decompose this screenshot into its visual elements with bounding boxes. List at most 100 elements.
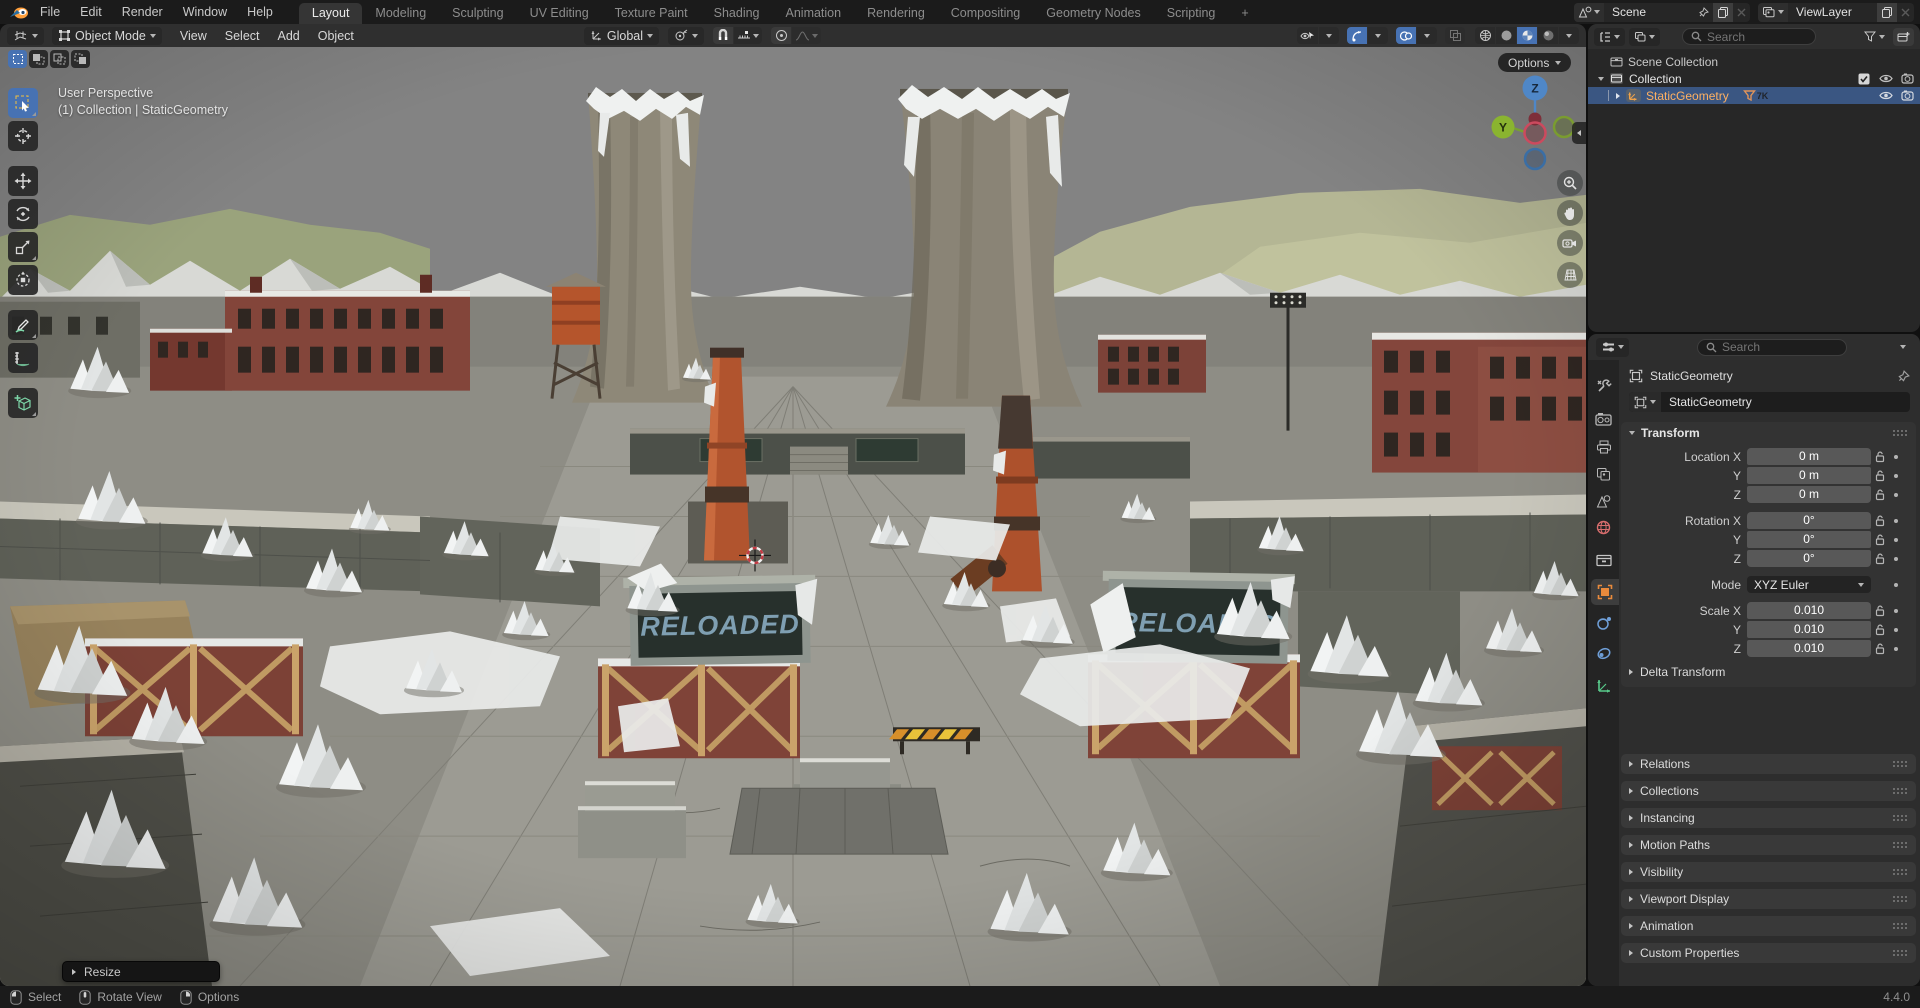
tool-select-box[interactable] (8, 88, 38, 118)
outliner-filter-button[interactable] (1864, 31, 1885, 42)
show-overlays-toggle[interactable] (1396, 27, 1416, 44)
tab-view-layer[interactable] (1588, 461, 1619, 487)
menu-help[interactable]: Help (237, 0, 283, 24)
lock-icon[interactable] (1871, 553, 1889, 565)
rotation-x-input[interactable]: 0° (1747, 512, 1871, 529)
properties-options-chevron[interactable] (1900, 345, 1906, 349)
menu-object[interactable]: Object (310, 24, 362, 47)
panel-motion-paths[interactable]: Motion Paths (1621, 835, 1916, 855)
scale-y-input[interactable]: 0.010 (1747, 621, 1871, 638)
disable-render-icon[interactable] (1901, 73, 1914, 84)
pivot-point-selector[interactable] (668, 27, 704, 45)
lock-icon[interactable] (1871, 605, 1889, 617)
tab-constraints[interactable] (1588, 640, 1619, 666)
panel-viewport-display[interactable]: Viewport Display (1621, 889, 1916, 909)
select-mode-subtract[interactable] (50, 50, 69, 68)
outliner-filter-mode[interactable] (1629, 28, 1660, 46)
panel-grip[interactable] (1892, 841, 1908, 849)
lock-icon[interactable] (1871, 643, 1889, 655)
tool-add-cube[interactable] (8, 388, 38, 418)
expand-icon[interactable] (1598, 77, 1604, 81)
scene-name[interactable]: Scene (1604, 5, 1694, 19)
lock-icon[interactable] (1871, 451, 1889, 463)
panel-instancing[interactable]: Instancing (1621, 808, 1916, 828)
tab-animation[interactable]: Animation (773, 3, 855, 24)
tab-tool[interactable] (1588, 372, 1619, 398)
shading-rendered-button[interactable] (1538, 27, 1558, 44)
panel-grip[interactable] (1892, 868, 1908, 876)
menu-select[interactable]: Select (217, 24, 268, 47)
panel-grip[interactable] (1892, 787, 1908, 795)
tab-output[interactable] (1588, 434, 1619, 460)
transform-orientation-selector[interactable]: Global (584, 27, 659, 45)
delete-scene-button[interactable] (1733, 3, 1750, 22)
panel-relations[interactable]: Relations (1621, 754, 1916, 774)
scale-x-input[interactable]: 0.010 (1747, 602, 1871, 619)
lock-icon[interactable] (1871, 534, 1889, 546)
tab-sculpting[interactable]: Sculpting (439, 3, 516, 24)
animate-dot[interactable] (1889, 538, 1903, 542)
expand-icon[interactable] (1616, 93, 1620, 99)
lock-icon[interactable] (1871, 470, 1889, 482)
rotation-z-input[interactable]: 0° (1747, 550, 1871, 567)
panel-visibility[interactable]: Visibility (1621, 862, 1916, 882)
menu-add[interactable]: Add (270, 24, 308, 47)
animate-dot[interactable] (1889, 609, 1903, 613)
properties-display-mode[interactable] (1596, 338, 1629, 357)
shading-material-button[interactable] (1517, 27, 1537, 44)
outliner-row-staticgeometry[interactable]: StaticGeometry 7K (1588, 87, 1920, 104)
location-x-input[interactable]: 0 m (1747, 448, 1871, 465)
orthographic-toggle-button[interactable] (1557, 262, 1583, 288)
tab-compositing[interactable]: Compositing (938, 3, 1033, 24)
panel-grip[interactable] (1892, 814, 1908, 822)
select-mode-extend[interactable] (29, 50, 48, 68)
tab-modeling[interactable]: Modeling (362, 3, 439, 24)
panel-custom-properties[interactable]: Custom Properties (1621, 943, 1916, 963)
animate-dot[interactable] (1889, 557, 1903, 561)
location-z-input[interactable]: 0 m (1747, 486, 1871, 503)
viewlayer-icon[interactable] (1758, 3, 1788, 22)
properties-search-input[interactable] (1722, 340, 1822, 354)
tool-annotate[interactable] (8, 310, 38, 340)
object-name-value[interactable]: StaticGeometry (1661, 395, 1760, 409)
proportional-falloff-selector[interactable] (792, 27, 821, 44)
tab-collection[interactable] (1588, 547, 1619, 573)
snapping-toggle[interactable] (713, 27, 733, 44)
location-y-input[interactable]: 0 m (1747, 467, 1871, 484)
object-name-field[interactable]: StaticGeometry (1629, 392, 1910, 412)
xray-toggle[interactable] (1445, 27, 1465, 44)
tool-rotate[interactable] (8, 199, 38, 229)
show-gizmo-toggle[interactable] (1347, 27, 1367, 44)
shading-wireframe-button[interactable] (1475, 27, 1495, 44)
menu-window[interactable]: Window (173, 0, 237, 24)
panel-grip[interactable] (1892, 922, 1908, 930)
outliner-search-input[interactable] (1707, 30, 1807, 44)
animate-dot[interactable] (1889, 519, 1903, 523)
tool-transform[interactable] (8, 265, 38, 295)
tab-layout[interactable]: Layout (299, 3, 363, 24)
tab-geometry-nodes[interactable]: Geometry Nodes (1033, 3, 1153, 24)
viewlayer-selector[interactable]: ViewLayer (1758, 3, 1914, 22)
outliner-row-collection[interactable]: Collection (1588, 70, 1920, 87)
delete-viewlayer-button[interactable] (1897, 3, 1914, 22)
animate-dot[interactable] (1889, 583, 1903, 587)
tab-shading[interactable]: Shading (701, 3, 773, 24)
tab-world[interactable] (1588, 514, 1619, 540)
editor-type-button[interactable] (7, 27, 44, 45)
tab-uv-editing[interactable]: UV Editing (517, 3, 602, 24)
menu-edit[interactable]: Edit (70, 0, 112, 24)
hide-eye-icon[interactable] (1879, 73, 1893, 84)
rotation-y-input[interactable]: 0° (1747, 531, 1871, 548)
add-workspace-button[interactable]: + (1228, 3, 1261, 24)
scene-icon[interactable] (1574, 3, 1604, 22)
tool-move[interactable] (8, 166, 38, 196)
camera-view-button[interactable] (1557, 230, 1583, 256)
pin-icon[interactable] (1694, 3, 1713, 22)
tab-render[interactable] (1588, 406, 1619, 432)
rotation-mode-dropdown[interactable]: XYZ Euler (1747, 576, 1871, 593)
viewport-scene[interactable]: RELOADED RELOADED (0, 47, 1586, 986)
tab-rendering[interactable]: Rendering (854, 3, 938, 24)
show-object-types-dropdown[interactable] (1319, 27, 1339, 44)
object-id-icon[interactable] (1629, 392, 1661, 412)
mode-selector[interactable]: Object Mode (52, 27, 162, 45)
